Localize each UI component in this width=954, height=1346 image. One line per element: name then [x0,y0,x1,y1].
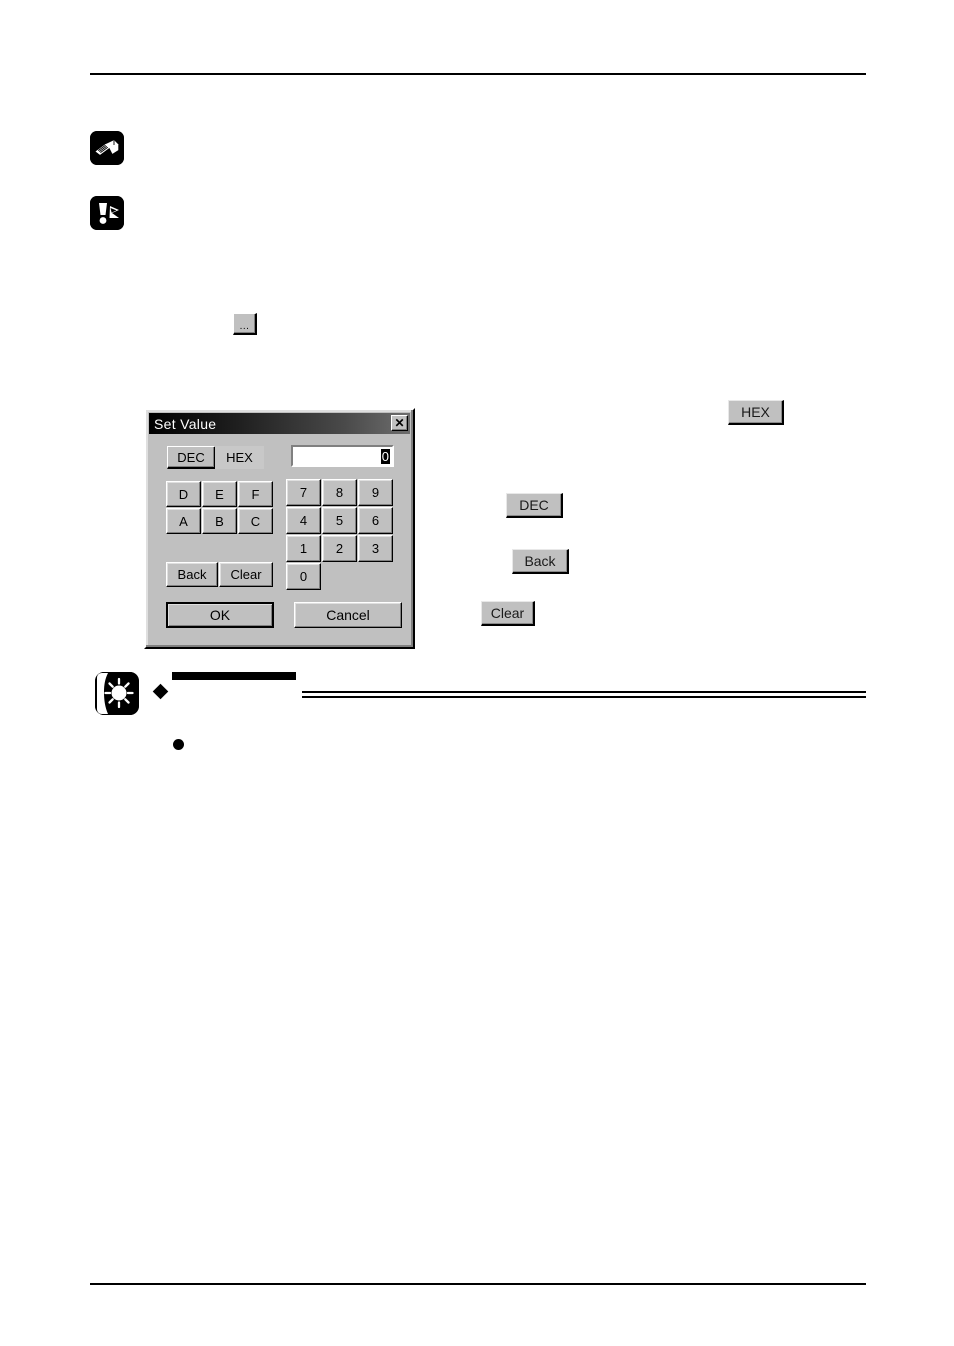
num-key-1[interactable]: 1 [286,535,321,562]
round-bullet-icon [173,739,184,750]
callout-back-button: Back [512,549,569,574]
value-input[interactable]: 0 [291,445,394,467]
hex-key-C[interactable]: C [238,508,273,534]
diamond-bullet-icon [152,683,169,700]
hex-mode-button[interactable]: HEX [215,446,264,469]
manual-page: ... Set Value ✕ DEC HEX 0 D E F A B C 7 … [0,0,954,1346]
num-key-0[interactable]: 0 [286,563,321,590]
hex-key-E[interactable]: E [202,481,237,507]
cancel-button[interactable]: Cancel [294,602,402,628]
clear-button[interactable]: Clear [219,562,273,587]
set-value-dialog: Set Value ✕ DEC HEX 0 D E F A B C 7 8 9 … [144,408,415,649]
ellipsis-browse-button[interactable]: ... [233,313,257,335]
value-input-text: 0 [380,448,390,464]
dec-mode-button[interactable]: DEC [167,446,216,469]
num-key-6[interactable]: 6 [358,507,393,534]
redacted-heading-bar [172,672,296,680]
tip-double-rule [302,691,866,698]
footer-rule [90,1283,866,1285]
ok-button[interactable]: OK [166,602,274,628]
open-book-icon [90,131,124,165]
callout-dec-button: DEC [506,493,563,518]
close-icon[interactable]: ✕ [391,415,408,431]
callout-hex-button: HEX [728,400,784,425]
ellipsis-icon: ... [239,321,250,332]
dialog-titlebar[interactable]: Set Value ✕ [149,413,410,434]
num-key-8[interactable]: 8 [322,479,357,506]
num-key-4[interactable]: 4 [286,507,321,534]
callout-clear-button: Clear [481,601,535,626]
num-key-2[interactable]: 2 [322,535,357,562]
number-base-toggle: DEC HEX [167,446,264,469]
num-key-7[interactable]: 7 [286,479,321,506]
hex-key-B[interactable]: B [202,508,237,534]
header-rule [90,73,866,75]
back-button[interactable]: Back [166,562,218,587]
num-key-3[interactable]: 3 [358,535,393,562]
sun-tip-icon [95,672,139,715]
num-key-5[interactable]: 5 [322,507,357,534]
hex-key-D[interactable]: D [166,481,201,507]
exclamation-warning-icon [90,196,124,230]
dialog-body: DEC HEX 0 D E F A B C 7 8 9 4 5 6 1 2 3 … [149,436,410,644]
dialog-title: Set Value [154,415,217,432]
hex-key-F[interactable]: F [238,481,273,507]
hex-key-A[interactable]: A [166,508,201,534]
num-key-9[interactable]: 9 [358,479,393,506]
